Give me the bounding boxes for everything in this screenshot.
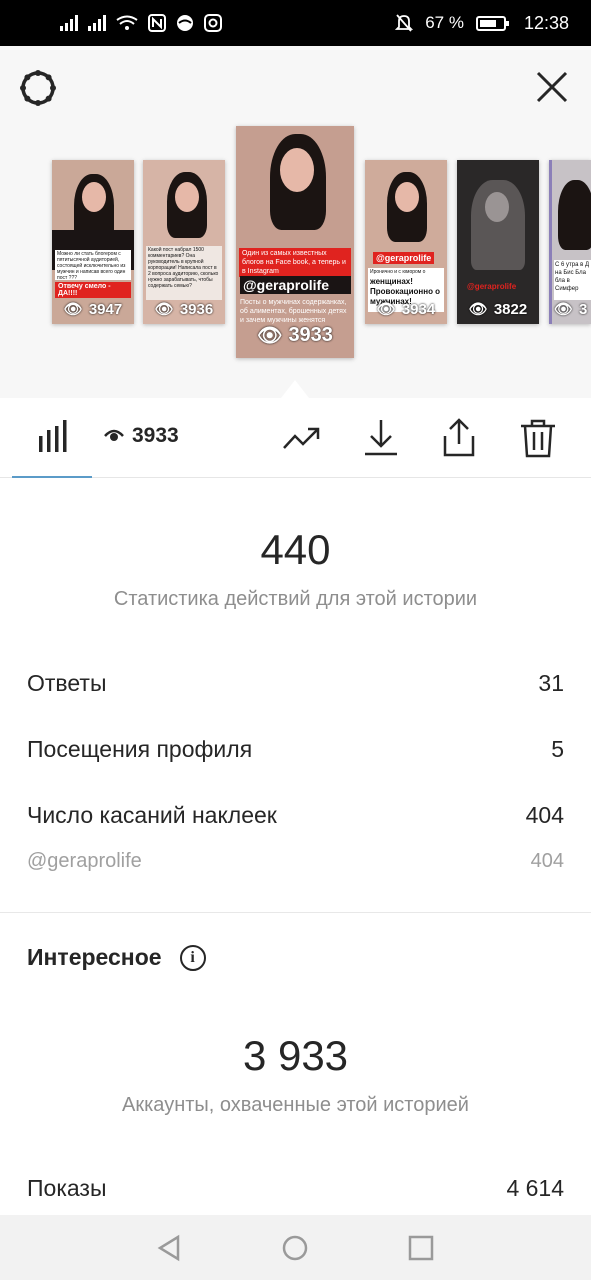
stat-label: Число касаний наклеек xyxy=(27,802,277,828)
share-icon[interactable] xyxy=(439,418,479,458)
story-views: 👁 3947 xyxy=(52,300,134,319)
story-handle: @geraprolife xyxy=(240,276,351,294)
story-views: 👁 3933 xyxy=(236,323,354,348)
eye-icon: 👁 xyxy=(257,325,283,347)
story-face xyxy=(485,192,509,222)
story-handle: @geraprolife xyxy=(467,282,517,291)
story-caption: Один из самых известных блогов на Face b… xyxy=(239,248,351,277)
story-views: 👁 3 xyxy=(552,300,591,319)
stat-label: @geraprolife xyxy=(27,850,142,872)
selection-pointer xyxy=(281,380,309,398)
trending-icon[interactable] xyxy=(282,418,322,458)
info-icon[interactable]: i xyxy=(179,944,206,971)
story-views: 👁 3934 xyxy=(365,300,447,319)
story-face xyxy=(82,182,106,212)
eye-icon xyxy=(104,429,124,441)
story-photo xyxy=(558,180,591,250)
stat-value: 4 614 xyxy=(506,1175,564,1201)
stat-row-replies: Ответы 31 xyxy=(27,670,564,697)
views-count: 3933 xyxy=(132,424,179,447)
signal-icon xyxy=(88,15,106,31)
story-caption: Можно ли стать блогером с пятитысячной а… xyxy=(55,250,131,280)
story-thumbnail[interactable]: С 6 утра в Д на Бис Бла бла в Симфер 👁 3 xyxy=(549,160,591,324)
story-views-count: 3936 xyxy=(179,300,214,318)
story-caption: Какой пост набрал 1500 комментариев? Она… xyxy=(146,246,222,300)
bar-chart-icon xyxy=(39,420,67,452)
stat-row-impressions: Показы 4 614 xyxy=(27,1175,564,1202)
download-icon[interactable] xyxy=(361,418,401,458)
close-icon[interactable] xyxy=(535,70,569,104)
stat-value: 5 xyxy=(551,736,564,762)
signal-icon xyxy=(60,15,78,31)
story-caption: С 6 утра в Д на Бис Бла бла в Симфер xyxy=(554,260,591,300)
discovery-title: Интересное xyxy=(27,944,162,970)
stat-row-sticker-taps: Число касаний наклеек 404 xyxy=(27,802,564,829)
story-face xyxy=(280,148,314,192)
story-handle: @geraprolife xyxy=(373,252,435,264)
insights-content: 440 Статистика действий для этой истории… xyxy=(0,478,591,1215)
reach-count: 3 933 xyxy=(242,1032,349,1079)
nfc-icon xyxy=(148,14,166,32)
eye-icon: 👁 xyxy=(468,301,488,318)
gear-icon[interactable] xyxy=(18,68,58,108)
story-caption: Иронично и с юмором о xyxy=(368,268,444,276)
story-views: 👁 3822 xyxy=(457,300,539,319)
instagram-icon xyxy=(204,14,222,32)
back-icon[interactable] xyxy=(154,1233,184,1263)
stat-row-profile-visits: Посещения профиля 5 xyxy=(27,736,564,763)
eye-icon: 👁 xyxy=(554,301,574,318)
story-views-count: 3 xyxy=(579,300,588,318)
actions-total: 440 xyxy=(260,526,331,573)
story-thumbnail[interactable]: @geraprolife Иронично и с юмором о женщи… xyxy=(365,160,447,324)
eye-icon: 👁 xyxy=(376,301,396,318)
clock: 12:38 xyxy=(523,12,569,33)
insights-toolbar: 3933 xyxy=(0,398,591,478)
battery-percent: 67 % xyxy=(425,13,464,32)
reach-label: Аккаунты, охваченные этой историей xyxy=(122,1094,469,1116)
android-nav-bar xyxy=(0,1215,591,1280)
story-views-count: 3933 xyxy=(288,324,333,346)
story-thumbnail[interactable]: @geraprolife 👁 3822 xyxy=(457,160,539,324)
story-thumbnail[interactable]: Можно ли стать блогером с пятитысячной а… xyxy=(52,160,134,324)
vpn-icon xyxy=(177,15,193,31)
story-thumbnail[interactable]: Какой пост набрал 1500 комментариев? Она… xyxy=(143,160,225,324)
story-banner: Отвечу смело - ДА!!!! xyxy=(55,282,131,298)
stat-label: Ответы xyxy=(27,670,107,696)
stat-value: 31 xyxy=(538,670,564,696)
status-right: 67 % 12:38 xyxy=(395,13,569,34)
story-thumbnail-selected[interactable]: Один из самых известных блогов на Face b… xyxy=(236,126,354,358)
tab-statistics[interactable] xyxy=(12,398,92,478)
wifi-icon xyxy=(116,15,138,30)
stat-value: 404 xyxy=(530,850,564,872)
tab-views[interactable]: 3933 xyxy=(104,424,179,448)
home-icon[interactable] xyxy=(280,1233,310,1263)
story-views-count: 3934 xyxy=(401,300,436,318)
story-face xyxy=(395,182,419,212)
trash-icon[interactable] xyxy=(518,418,558,458)
story-carousel-area: Можно ли стать блогером с пятитысячной а… xyxy=(0,46,591,398)
stat-value: 404 xyxy=(525,802,564,828)
story-views-count: 3822 xyxy=(493,300,528,318)
discovery-header: Интересное i xyxy=(27,944,206,971)
story-face xyxy=(175,182,199,212)
eye-icon: 👁 xyxy=(154,301,174,318)
stat-row-sticker-mention: @geraprolife 404 xyxy=(27,850,564,873)
stat-label: Показы xyxy=(27,1175,107,1201)
mute-icon xyxy=(395,14,414,32)
section-divider xyxy=(0,912,591,913)
eye-icon: 👁 xyxy=(63,301,83,318)
battery-icon xyxy=(475,15,509,31)
story-views-count: 3947 xyxy=(88,300,123,318)
story-views: 👁 3936 xyxy=(143,300,225,319)
stat-label: Посещения профиля xyxy=(27,736,253,762)
status-left xyxy=(60,14,222,32)
status-bar: 67 % 12:38 xyxy=(0,0,591,46)
recents-icon[interactable] xyxy=(406,1233,436,1263)
actions-label: Статистика действий для этой истории xyxy=(113,588,478,610)
